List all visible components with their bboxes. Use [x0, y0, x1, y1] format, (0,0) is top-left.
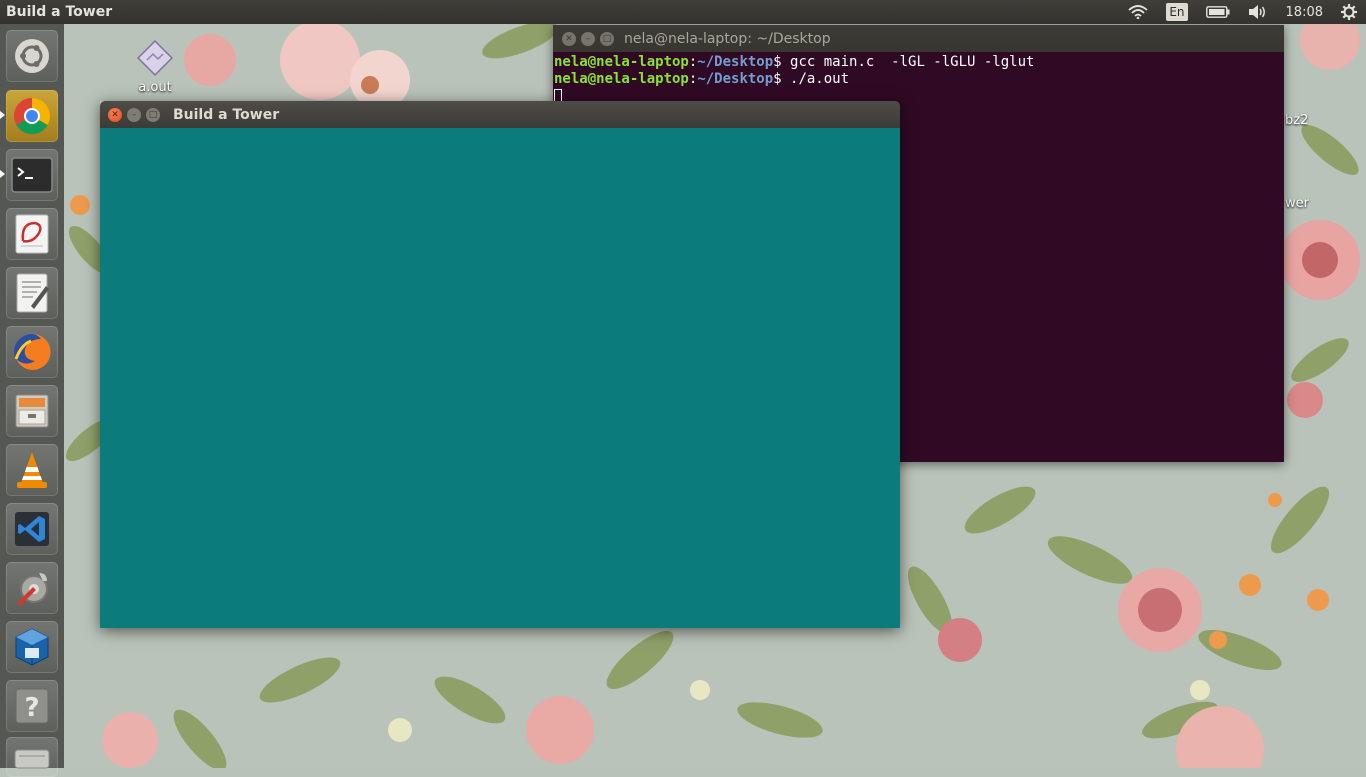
- text-editor-icon: [16, 273, 49, 313]
- desktop-icon-label-partial[interactable]: wer: [1285, 196, 1309, 211]
- game-close-button[interactable]: ✕: [108, 107, 122, 122]
- terminal-output[interactable]: nela@nela-laptop:~/Desktop$ gcc main.c -…: [553, 52, 1284, 105]
- desktop-icon-label: a.out: [138, 80, 172, 95]
- virtualbox-icon: [15, 628, 49, 666]
- prompt-user: nela@nela-laptop: [554, 71, 689, 87]
- wifi-indicator[interactable]: [1128, 0, 1148, 24]
- terminal-line: nela@nela-laptop:~/Desktop$ ./a.out: [554, 71, 1284, 88]
- maximize-icon: □: [602, 33, 612, 44]
- launcher-item-pdf-viewer[interactable]: [6, 208, 58, 260]
- volume-icon: [1248, 5, 1265, 19]
- terminal-minimize-button[interactable]: –: [581, 31, 595, 46]
- maximize-icon: □: [148, 109, 158, 120]
- active-app-title: Build a Tower: [6, 4, 113, 20]
- svg-text:?: ?: [24, 693, 39, 723]
- system-tools-icon: [17, 573, 48, 606]
- firefox-icon: [14, 333, 51, 370]
- clock-indicator[interactable]: 18:08: [1286, 0, 1323, 24]
- terminal-maximize-button[interactable]: □: [600, 31, 614, 46]
- launcher-item-terminal[interactable]: [6, 149, 58, 201]
- system-tray: En 18:08: [1119, 0, 1366, 24]
- vlc-cone-icon: [17, 452, 47, 488]
- minimize-icon: –: [131, 109, 137, 120]
- prompt-path: ~/Desktop: [697, 54, 774, 70]
- launcher-item-firefox[interactable]: [6, 326, 58, 378]
- prompt-symbol: $: [773, 71, 791, 87]
- desktop-icon-a-out[interactable]: a.out: [125, 36, 185, 95]
- build-a-tower-window[interactable]: ✕ – □ Build a Tower: [100, 101, 900, 628]
- prompt-symbol: $: [773, 54, 791, 70]
- game-titlebar[interactable]: ✕ – □ Build a Tower: [100, 101, 900, 128]
- launcher-item-text-editor[interactable]: [6, 267, 58, 319]
- terminal-icon: [11, 157, 53, 193]
- prompt-path: ~/Desktop: [697, 71, 774, 87]
- file-cabinet-icon: [15, 394, 49, 428]
- session-menu[interactable]: [1341, 0, 1357, 24]
- terminal-close-button[interactable]: ✕: [562, 31, 576, 46]
- terminal-titlebar[interactable]: ✕ – □ nela@nela-laptop: ~/Desktop: [553, 25, 1284, 52]
- launcher-item-vscode[interactable]: [6, 503, 58, 555]
- pdf-reader-icon: [15, 214, 49, 254]
- launcher-item-files[interactable]: [6, 385, 58, 437]
- volume-indicator[interactable]: [1248, 0, 1268, 24]
- top-panel: Build a Tower En 18:08: [0, 0, 1366, 24]
- terminal-title: nela@nela-laptop: ~/Desktop: [624, 30, 831, 47]
- launcher-item-virtualbox[interactable]: [6, 621, 58, 673]
- executable-file-icon: [136, 39, 174, 77]
- terminal-command: gcc main.c -lGL -lGLU -lglut: [790, 54, 1035, 70]
- game-maximize-button[interactable]: □: [146, 107, 160, 122]
- vscode-icon: [15, 512, 49, 546]
- close-icon: ✕: [111, 109, 119, 120]
- launcher-item-chrome[interactable]: [6, 90, 58, 142]
- launcher-item-ubuntu-dash[interactable]: [6, 30, 58, 82]
- launcher-item-help[interactable]: ?: [6, 680, 58, 732]
- game-canvas[interactable]: [100, 128, 900, 628]
- wifi-icon: [1128, 5, 1148, 19]
- terminal-command: ./a.out: [790, 71, 850, 87]
- close-icon: ✕: [565, 33, 573, 44]
- battery-indicator[interactable]: [1205, 0, 1230, 24]
- help-question-icon: ?: [15, 688, 49, 724]
- keyboard-layout-indicator[interactable]: En: [1166, 0, 1188, 24]
- minimize-icon: –: [585, 33, 591, 44]
- battery-icon: [1205, 6, 1230, 18]
- keyboard-layout-label: En: [1166, 3, 1188, 21]
- launcher: ?: [0, 24, 64, 777]
- clock: 18:08: [1285, 4, 1323, 20]
- chrome-icon: [13, 98, 51, 135]
- prompt-user: nela@nela-laptop: [554, 54, 689, 70]
- game-window-title: Build a Tower: [173, 106, 280, 123]
- launcher-item-system-settings[interactable]: [6, 562, 58, 614]
- terminal-line: nela@nela-laptop:~/Desktop$ gcc main.c -…: [554, 54, 1284, 71]
- desktop-icon-label-partial[interactable]: bz2: [1285, 113, 1308, 128]
- launcher-item-vlc[interactable]: [6, 444, 58, 496]
- settings-gear-icon: [1341, 4, 1357, 20]
- launcher-item-drive[interactable]: [6, 737, 58, 777]
- ubuntu-logo-icon: [15, 39, 49, 73]
- game-minimize-button[interactable]: –: [127, 107, 141, 122]
